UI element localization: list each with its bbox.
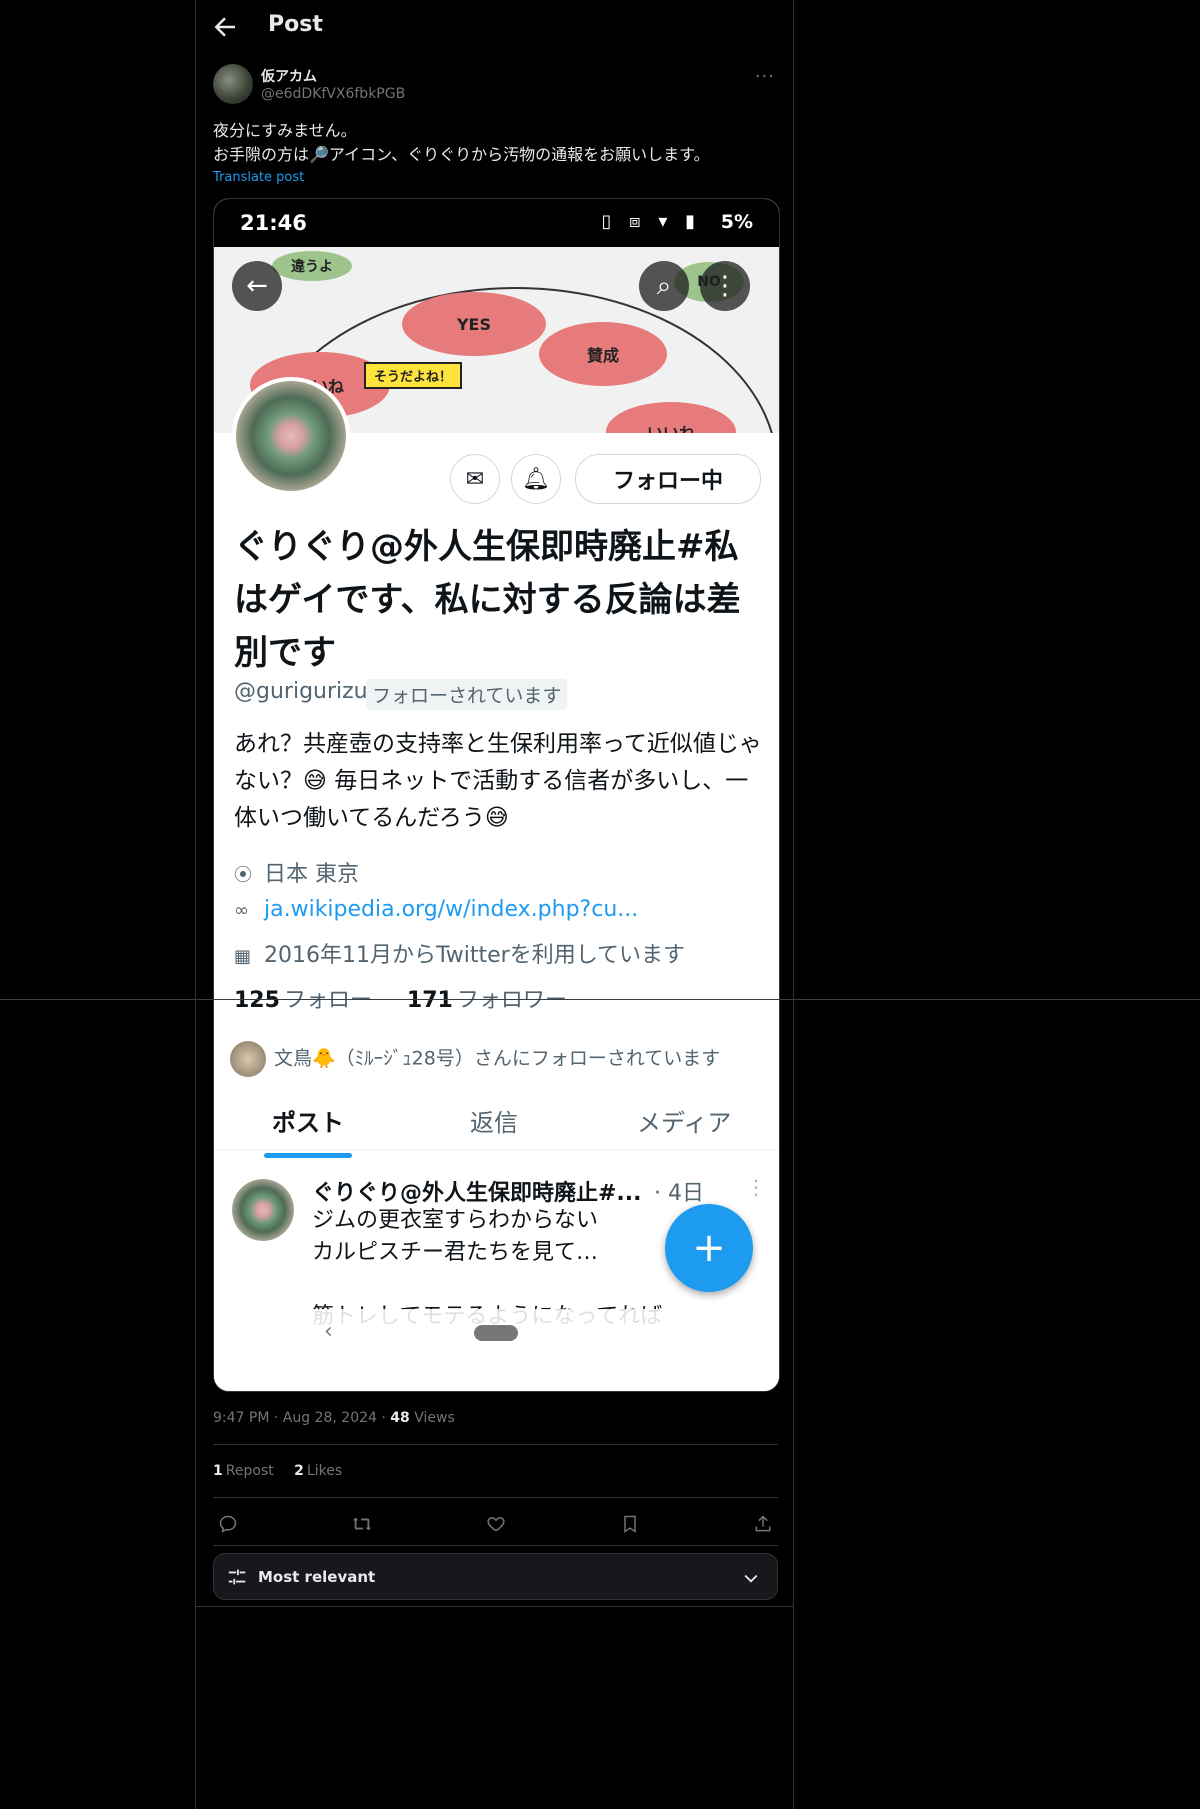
divider bbox=[213, 1497, 778, 1498]
location-text: 日本 東京 bbox=[264, 862, 359, 887]
filter-sliders-icon bbox=[228, 1569, 246, 1585]
following-label: フォロー bbox=[283, 988, 372, 1013]
status-icons: ▯ ⧈ ▾ ▮ bbox=[601, 211, 701, 232]
back-arrow-icon[interactable] bbox=[210, 12, 240, 42]
author-avatar[interactable] bbox=[213, 64, 253, 104]
follower-avatar bbox=[230, 1041, 266, 1077]
followed-by-text: 文鳥🐥（ﾐﾙｰｼﾞｭ28号）さんにフォローされています bbox=[274, 1047, 721, 1070]
reposts-label: Repost bbox=[225, 1463, 274, 1479]
views-label: Views bbox=[414, 1410, 455, 1426]
author-handle[interactable]: @e6dDKfVX6fbkPGB bbox=[261, 86, 405, 102]
android-nav-bar: ‹ bbox=[214, 1309, 779, 1391]
repost-icon[interactable] bbox=[347, 1509, 377, 1539]
post-timestamp: 9:47 PM · Aug 28, 2024 · 48 Views bbox=[213, 1410, 455, 1426]
profile-tabs: ポスト 返信 メディア bbox=[214, 1089, 779, 1150]
post-line-1: 夜分にすみません。 bbox=[213, 121, 357, 140]
profile-joined: ▦ 2016年11月からTwitterを利用しています bbox=[234, 937, 685, 969]
profile-location: ⦿ 日本 東京 bbox=[234, 856, 359, 888]
post-date[interactable]: Aug 28, 2024 bbox=[283, 1410, 377, 1426]
post-time[interactable]: 9:47 PM bbox=[213, 1410, 269, 1426]
engagement-stats: 1 Repost 2 Likes bbox=[213, 1463, 358, 1479]
profile-handle: @gurigurizu bbox=[234, 679, 368, 704]
chevron-down-icon bbox=[744, 1574, 758, 1583]
views-count: 48 bbox=[390, 1410, 410, 1426]
follows-you-badge: フォローされています bbox=[366, 679, 568, 710]
translate-post-link[interactable]: Translate post bbox=[213, 170, 304, 185]
like-icon[interactable] bbox=[481, 1509, 511, 1539]
divider bbox=[196, 1606, 793, 1607]
profile-more-icon[interactable]: ⋮ bbox=[700, 261, 750, 311]
followers-label: フォロワー bbox=[456, 988, 567, 1013]
reposts-count: 1 bbox=[213, 1463, 223, 1479]
banner-oval-top: 違うよ bbox=[272, 251, 352, 281]
banner-speech-bubble: そうだよね！ bbox=[364, 362, 463, 389]
divider bbox=[213, 1545, 778, 1546]
followers-count: 171 bbox=[406, 988, 453, 1013]
website-link[interactable]: ja.wikipedia.org/w/index.php?cu... bbox=[264, 897, 638, 922]
notification-bell-icon[interactable]: 🔔︎ bbox=[511, 454, 561, 504]
post-text: 夜分にすみません。 お手隙の方は🔎アイコン、ぐりぐりから汚物の通報をお願いします… bbox=[213, 119, 783, 167]
profile-back-icon[interactable]: ← bbox=[232, 261, 282, 311]
compose-plus-icon[interactable]: + bbox=[665, 1204, 753, 1292]
phone-status-bar: 21:46 ▯ ⧈ ▾ ▮ 5% bbox=[214, 199, 779, 247]
image-seam-line bbox=[0, 999, 1200, 1000]
action-bar bbox=[213, 1509, 778, 1539]
status-time: 21:46 bbox=[240, 211, 307, 235]
link-icon: ∞ bbox=[234, 900, 249, 921]
attached-screenshot[interactable]: 21:46 ▯ ⧈ ▾ ▮ 5% 違うよ NO YES 賛成 いいね いいね そ… bbox=[213, 198, 780, 1392]
following-stat[interactable]: 125 フォロー bbox=[234, 988, 372, 1013]
bookmark-icon[interactable] bbox=[615, 1509, 645, 1539]
following-button[interactable]: フォロー中 bbox=[575, 454, 761, 504]
followed-by[interactable]: 文鳥🐥（ﾐﾙｰｼﾞｭ28号）さんにフォローされています bbox=[230, 1041, 720, 1077]
active-tab-indicator bbox=[264, 1153, 352, 1158]
page-title: Post bbox=[268, 12, 323, 37]
more-options-icon[interactable]: ··· bbox=[755, 66, 775, 87]
tab-posts[interactable]: ポスト bbox=[272, 1103, 344, 1138]
message-icon[interactable]: ✉ bbox=[450, 454, 500, 504]
tweet-time: · 4日 bbox=[654, 1181, 704, 1206]
following-count: 125 bbox=[234, 988, 280, 1013]
reply-icon[interactable] bbox=[213, 1509, 243, 1539]
main-column: Post 仮アカム @e6dDKfVX6fbkPGB ··· 夜分にすみません。… bbox=[195, 0, 794, 1809]
likes-count: 2 bbox=[294, 1463, 304, 1479]
tweet-avatar[interactable] bbox=[232, 1179, 294, 1241]
reposts-stat[interactable]: 1 Repost bbox=[213, 1463, 274, 1479]
profile-website: ∞ ja.wikipedia.org/w/index.php?cu... bbox=[234, 897, 638, 922]
follow-counts: 125 フォロー 171 フォロワー bbox=[234, 982, 567, 1014]
profile-bio: あれ？共産壺の支持率と生保利用率って近似値じゃない？😅 毎日ネットで活動する信者… bbox=[234, 731, 762, 831]
location-pin-icon: ⦿ bbox=[234, 865, 252, 886]
tweet-more-icon[interactable]: ⋮ bbox=[746, 1175, 766, 1199]
likes-stat[interactable]: 2 Likes bbox=[294, 1463, 342, 1479]
likes-label: Likes bbox=[306, 1463, 343, 1479]
profile-avatar[interactable] bbox=[232, 377, 350, 495]
followers-stat[interactable]: 171 フォロワー bbox=[407, 988, 567, 1013]
author-name[interactable]: 仮アカム bbox=[261, 66, 317, 86]
tab-replies[interactable]: 返信 bbox=[470, 1103, 518, 1138]
profile-search-icon[interactable]: ⌕ bbox=[639, 261, 689, 311]
status-battery: 5% bbox=[720, 211, 753, 233]
sort-replies-dropdown[interactable]: Most relevant bbox=[213, 1553, 778, 1600]
post-author: 仮アカム @e6dDKfVX6fbkPGB ··· bbox=[213, 64, 783, 114]
divider bbox=[213, 1444, 778, 1445]
top-bar: Post bbox=[196, 0, 795, 54]
banner-oval-agree: 賛成 bbox=[539, 322, 667, 386]
nav-back-icon[interactable]: ‹ bbox=[324, 1319, 333, 1344]
sort-label: Most relevant bbox=[258, 1568, 376, 1586]
banner-oval-yes: YES bbox=[402, 292, 546, 356]
post-line-2: お手隙の方は🔎アイコン、ぐりぐりから汚物の通報をお願いします。 bbox=[213, 145, 710, 164]
calendar-icon: ▦ bbox=[234, 946, 252, 967]
tab-media[interactable]: メディア bbox=[637, 1103, 731, 1138]
share-icon[interactable] bbox=[748, 1509, 778, 1539]
tweet-author: ぐりぐり@外人生保即時廃止#... bbox=[312, 1181, 642, 1206]
joined-text: 2016年11月からTwitterを利用しています bbox=[264, 943, 686, 968]
nav-home-pill[interactable] bbox=[474, 1325, 518, 1341]
profile-name: ぐりぐり@外人生保即時廃止#私はゲイです、私に対する反論は差別です bbox=[234, 527, 741, 673]
